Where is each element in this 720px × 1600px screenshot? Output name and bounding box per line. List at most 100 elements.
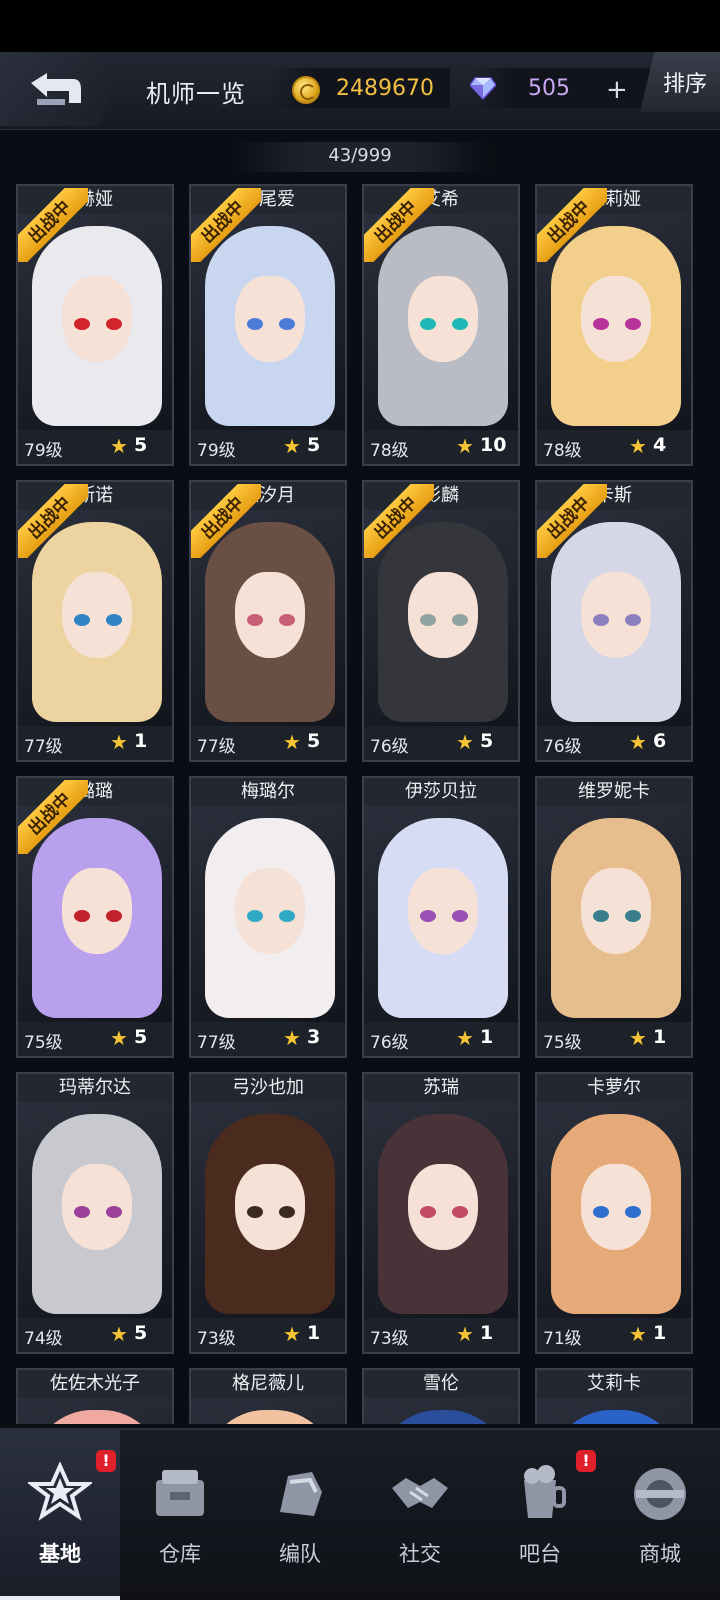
pilot-grid[interactable]: 赫娅 出战中 79级 ★ 5 角尾爱 出战中 79级 ★ 5 艾希 出战中 78级 ★ 10 德莉娅 出战中 78… <box>16 184 706 1424</box>
shop-icon <box>628 1462 692 1526</box>
pilot-name: 苏瑞 <box>364 1074 518 1102</box>
pilot-face <box>235 276 305 362</box>
pilot-eye <box>452 318 468 330</box>
nav-tab[interactable]: 编队 <box>240 1430 360 1600</box>
pilot-level: 73级 <box>197 1329 236 1349</box>
nav-tab-label: 基地 <box>39 1542 81 1566</box>
pilot-stars: 1 <box>653 1026 667 1048</box>
pilot-stars: 5 <box>134 1026 148 1048</box>
status-bar-area <box>0 0 720 52</box>
pilot-stars: 5 <box>480 730 494 752</box>
back-button[interactable] <box>0 52 112 126</box>
pilot-eye <box>593 1206 609 1218</box>
pilot-card[interactable]: 角尾爱 出战中 79级 ★ 5 <box>189 184 347 466</box>
pilot-name: 佐佐木光子 <box>18 1370 172 1398</box>
pilot-card[interactable]: 卡斯 出战中 76级 ★ 6 <box>535 480 693 762</box>
pilot-stars: 5 <box>307 730 321 752</box>
deployed-label: 出战中 <box>24 789 75 840</box>
deployed-label: 出战中 <box>24 493 75 544</box>
pilot-card[interactable]: 玛蒂尔达 74级 ★ 5 <box>16 1072 174 1354</box>
pilot-card[interactable]: 艾莉卡 <box>535 1368 693 1424</box>
pilot-stars: 5 <box>307 434 321 456</box>
pilot-footer: 79级 ★ 5 <box>18 430 172 464</box>
pilot-eye <box>625 614 641 626</box>
pilot-stars: 4 <box>653 434 667 456</box>
pilot-card[interactable]: 弓沙也加 73级 ★ 1 <box>189 1072 347 1354</box>
pilot-eye <box>279 318 295 330</box>
pilot-face <box>62 868 132 954</box>
pilot-stars: 1 <box>134 730 148 752</box>
nav-tab[interactable]: 仓库 <box>120 1430 240 1600</box>
pilot-card[interactable]: 梅璐尔 77级 ★ 3 <box>189 776 347 1058</box>
pilot-face <box>581 572 651 658</box>
pilot-card[interactable]: 影麟 出战中 76级 ★ 5 <box>362 480 520 762</box>
pilot-card[interactable]: 赫娅 出战中 79级 ★ 5 <box>16 184 174 466</box>
pilot-card[interactable]: 苏瑞 73级 ★ 1 <box>362 1072 520 1354</box>
handshake-icon <box>388 1462 452 1526</box>
nav-tab[interactable]: 基地! <box>0 1430 120 1600</box>
deployed-ribbon: 出战中 <box>537 188 607 262</box>
pilot-level: 79级 <box>24 441 63 461</box>
pilot-face <box>408 572 478 658</box>
pilot-card[interactable]: 佐佐木光子 <box>16 1368 174 1424</box>
pilot-face <box>235 868 305 954</box>
pilot-stars: 1 <box>480 1322 494 1344</box>
deployed-ribbon: 出战中 <box>18 188 88 262</box>
add-gems-button[interactable]: + <box>606 76 628 104</box>
deployed-label: 出战中 <box>24 197 75 248</box>
pilot-eye <box>452 614 468 626</box>
star-icon: ★ <box>629 434 647 458</box>
pilot-level: 76级 <box>370 737 409 757</box>
top-bar: 机师一览 2489670 505 + 排序 <box>0 52 720 130</box>
pilot-eye <box>279 614 295 626</box>
pilot-stars: 1 <box>653 1322 667 1344</box>
pilot-level: 79级 <box>197 441 236 461</box>
sort-button[interactable]: 排序 <box>640 52 720 112</box>
nav-tab[interactable]: 商城 <box>600 1430 720 1600</box>
star-icon: ★ <box>283 1322 301 1346</box>
nav-tab[interactable]: 社交 <box>360 1430 480 1600</box>
pilot-card[interactable]: 雪伦 <box>362 1368 520 1424</box>
pilot-card[interactable]: 格尼薇儿 <box>189 1368 347 1424</box>
pilot-face <box>408 868 478 954</box>
pilot-name: 卡萝尔 <box>537 1074 691 1102</box>
pilot-hair <box>551 1410 681 1424</box>
pilot-eye <box>452 1206 468 1218</box>
pilot-level: 76级 <box>543 737 582 757</box>
pilot-stars: 5 <box>134 434 148 456</box>
pilot-card[interactable]: 濑汐月 出战中 77级 ★ 5 <box>189 480 347 762</box>
diamond-icon <box>470 77 496 100</box>
pilot-eye <box>452 910 468 922</box>
pilot-card[interactable]: 德莉娅 出战中 78级 ★ 4 <box>535 184 693 466</box>
nav-tab[interactable]: 吧台! <box>480 1430 600 1600</box>
pilot-eye <box>420 910 436 922</box>
pilot-portrait <box>364 1398 518 1424</box>
pilot-card[interactable]: 璐璐 出战中 75级 ★ 5 <box>16 776 174 1058</box>
nav-tab-label: 仓库 <box>159 1542 201 1566</box>
pilot-level: 77级 <box>197 1033 236 1053</box>
deployed-label: 出战中 <box>370 197 421 248</box>
pilot-portrait <box>364 1102 518 1320</box>
pilot-portrait <box>18 1398 172 1424</box>
pilot-card[interactable]: 卡萝尔 71级 ★ 1 <box>535 1072 693 1354</box>
pilot-portrait <box>191 1102 345 1320</box>
pilot-card[interactable]: 艾希 出战中 78级 ★ 10 <box>362 184 520 466</box>
pilot-level: 71级 <box>543 1329 582 1349</box>
pilot-card[interactable]: 伊莎贝拉 76级 ★ 1 <box>362 776 520 1058</box>
pilot-card[interactable]: 维罗妮卡 75级 ★ 1 <box>535 776 693 1058</box>
gold-coin-icon <box>292 76 320 104</box>
deployed-label: 出战中 <box>370 493 421 544</box>
star-icon: ★ <box>283 730 301 754</box>
alert-badge: ! <box>96 1450 116 1472</box>
pilot-footer: 76级 ★ 1 <box>364 1022 518 1056</box>
deployed-ribbon: 出战中 <box>364 484 434 558</box>
warehouse-icon <box>148 1462 212 1526</box>
pilot-eye <box>279 1206 295 1218</box>
pilot-portrait <box>537 1398 691 1424</box>
pilot-face <box>62 276 132 362</box>
pilot-face <box>581 276 651 362</box>
pilot-card[interactable]: 斯诺 出战中 77级 ★ 1 <box>16 480 174 762</box>
pilot-stars: 6 <box>653 730 667 752</box>
star-icon: ★ <box>629 730 647 754</box>
pilot-name: 玛蒂尔达 <box>18 1074 172 1102</box>
